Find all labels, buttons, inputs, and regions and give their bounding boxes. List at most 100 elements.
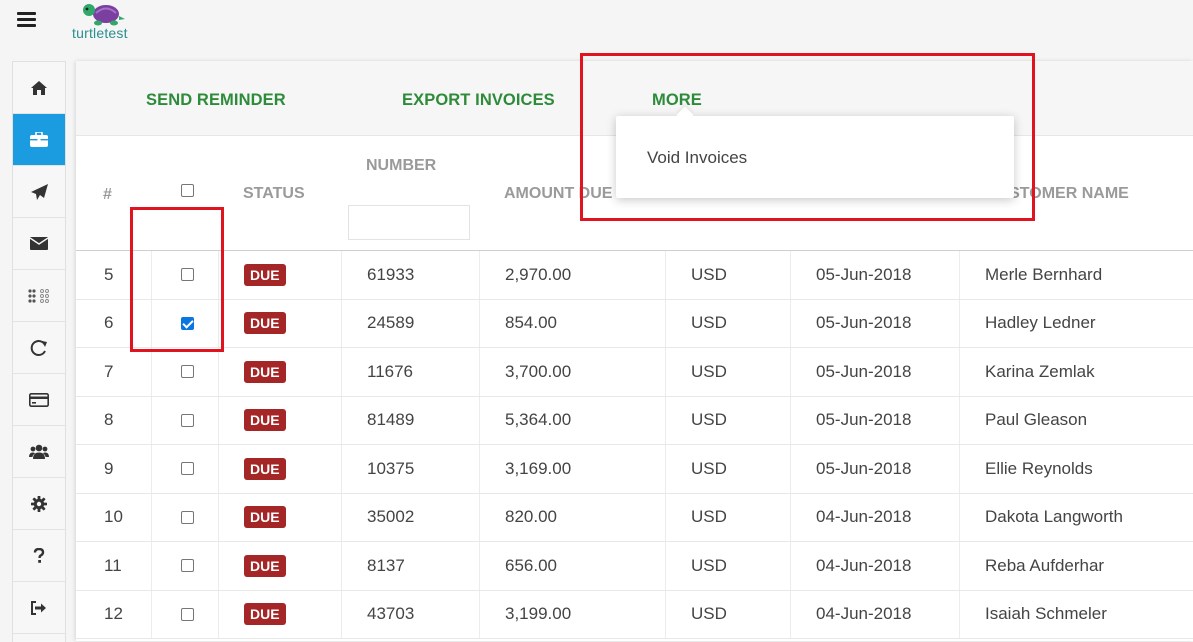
column-divider	[790, 396, 791, 444]
column-divider	[341, 348, 342, 396]
customer-name: Merle Bernhard	[985, 264, 1103, 284]
table-row[interactable]: 11 DUE 8137 656.00 USD 04-Jun-2018 Reba Aufder…	[76, 542, 1193, 591]
invoice-number: 24589	[367, 313, 415, 333]
column-divider	[665, 299, 666, 347]
column-divider	[959, 396, 960, 444]
row-checkbox[interactable]	[181, 462, 194, 475]
invoice-date: 04-Jun-2018	[816, 507, 912, 527]
row-checkbox[interactable]	[181, 365, 194, 378]
header-status: STATUS	[243, 185, 305, 202]
table-row[interactable]: 12 DUE 43703 3,199.00 USD 04-Jun-2018 Isaiah S…	[76, 590, 1193, 639]
column-divider	[218, 493, 219, 541]
sidebar-item-billing[interactable]	[13, 374, 65, 426]
home-icon	[31, 80, 47, 95]
column-divider	[790, 299, 791, 347]
row-checkbox[interactable]	[181, 413, 194, 427]
column-divider	[479, 493, 480, 541]
table-row[interactable]: 7 DUE 11676 3,700.00 USD 05-Jun-2018 Karina Ze…	[76, 348, 1193, 397]
customer-name: Dakota Langworth	[985, 507, 1123, 527]
status-badge: DUE	[244, 409, 286, 432]
row-index: 5	[104, 264, 114, 284]
sidebar-item-apps[interactable]	[13, 270, 65, 322]
customer-name: Paul Gleason	[985, 410, 1088, 430]
hamburger-menu-icon[interactable]	[17, 12, 36, 28]
table-row[interactable]: 6 DUE 24589 854.00 USD 05-Jun-2018 Hadley Ledn…	[76, 299, 1193, 348]
column-divider	[790, 590, 791, 638]
select-all-checkbox[interactable]	[181, 184, 194, 197]
sidebar-item-sync[interactable]	[13, 322, 65, 374]
amount-due: 3,199.00	[505, 604, 572, 624]
sidebar-item-mail[interactable]	[13, 218, 65, 270]
customer-name: Hadley Ledner	[985, 313, 1096, 333]
row-checkbox[interactable]	[181, 607, 194, 621]
sidebar-item-help[interactable]	[13, 530, 65, 582]
more-dropdown-menu: Void Invoices	[616, 116, 1014, 198]
table-row[interactable]: 8 DUE 81489 5,364.00 USD 05-Jun-2018 Paul Glea…	[76, 396, 1193, 445]
sidebar-item-invoices[interactable]	[13, 114, 65, 166]
header-amount-due: AMOUNT DUE	[504, 185, 613, 202]
column-divider	[665, 348, 666, 396]
sidebar-item-customers[interactable]	[13, 426, 65, 478]
column-divider	[479, 590, 480, 638]
column-divider	[959, 348, 960, 396]
void-invoices-menu-item[interactable]: Void Invoices	[647, 148, 747, 168]
invoice-table-body: 5 DUE 61933 2,970.00 USD 05-Jun-2018 Merle Ber…	[76, 251, 1193, 639]
table-row[interactable]: 9 DUE 10375 3,169.00 USD 05-Jun-2018 Ellie Rey…	[76, 445, 1193, 494]
column-divider	[218, 299, 219, 347]
column-divider	[479, 396, 480, 444]
row-index: 7	[104, 361, 114, 381]
column-divider	[959, 445, 960, 493]
column-divider	[959, 590, 960, 638]
row-checkbox[interactable]	[181, 268, 194, 281]
amount-due: 3,169.00	[505, 458, 572, 478]
gear-icon	[31, 495, 47, 512]
number-filter-input[interactable]	[348, 205, 470, 240]
sidebar-item-home[interactable]	[13, 62, 65, 114]
more-button[interactable]: MORE	[652, 91, 702, 110]
invoice-date: 05-Jun-2018	[816, 410, 912, 430]
column-divider	[479, 251, 480, 299]
column-divider	[479, 542, 480, 590]
sidebar-item-settings[interactable]	[13, 478, 65, 530]
amount-due: 656.00	[505, 555, 557, 575]
refresh-icon	[30, 339, 47, 356]
column-divider	[959, 493, 960, 541]
sidebar-item-send[interactable]	[13, 166, 65, 218]
table-row[interactable]: 5 DUE 61933 2,970.00 USD 05-Jun-2018 Merle Ber…	[76, 251, 1193, 300]
users-icon	[29, 444, 49, 459]
invoice-number: 8137	[367, 555, 405, 575]
status-badge: DUE	[244, 554, 286, 577]
column-divider	[959, 251, 960, 299]
column-divider	[341, 590, 342, 638]
row-checkbox[interactable]	[181, 510, 194, 524]
export-invoices-button[interactable]: EXPORT INVOICES	[402, 91, 555, 110]
row-checkbox[interactable]	[181, 316, 194, 330]
sign-out-icon	[31, 600, 46, 615]
column-divider	[151, 299, 152, 347]
header-index: #	[103, 186, 112, 203]
row-index: 9	[104, 458, 114, 478]
table-row[interactable]: 10 DUE 35002 820.00 USD 04-Jun-2018 Dakota Lan…	[76, 493, 1193, 542]
column-divider	[341, 299, 342, 347]
column-divider	[665, 445, 666, 493]
column-divider	[479, 348, 480, 396]
send-reminder-button[interactable]: SEND REMINDER	[146, 91, 286, 110]
invoice-number: 10375	[367, 458, 415, 478]
dots-grid-icon	[28, 288, 49, 303]
customer-name: Isaiah Schmeler	[985, 604, 1107, 624]
customer-name: Reba Aufderhar	[985, 555, 1105, 575]
column-divider	[959, 542, 960, 590]
invoice-date: 04-Jun-2018	[816, 555, 912, 575]
column-divider	[959, 299, 960, 347]
sidebar-item-logout[interactable]	[13, 582, 65, 634]
row-checkbox[interactable]	[181, 559, 194, 572]
row-index: 8	[104, 410, 114, 430]
column-divider	[665, 251, 666, 299]
column-divider	[151, 348, 152, 396]
row-index: 12	[104, 604, 123, 624]
currency: USD	[691, 410, 727, 430]
credit-card-icon	[29, 392, 49, 407]
invoice-number: 11676	[367, 361, 414, 381]
currency: USD	[691, 264, 727, 284]
column-divider	[151, 590, 152, 638]
